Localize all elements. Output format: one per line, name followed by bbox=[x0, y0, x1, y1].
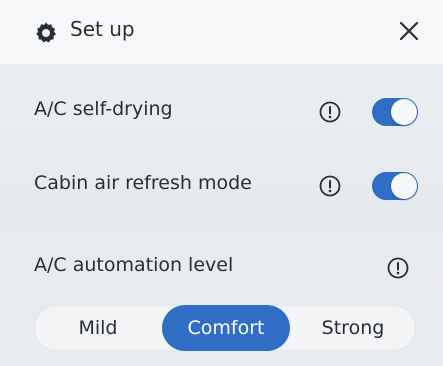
setting-label: A/C self-drying bbox=[34, 98, 173, 120]
close-icon[interactable] bbox=[396, 18, 422, 44]
setting-row-automation-level: A/C automation level bbox=[0, 238, 443, 298]
setting-row-cabin-air-refresh: Cabin air refresh mode bbox=[0, 156, 443, 216]
setting-row-self-drying: A/C self-drying bbox=[0, 82, 443, 142]
option-comfort[interactable]: Comfort bbox=[162, 305, 290, 351]
info-icon[interactable] bbox=[318, 100, 342, 124]
setting-label: A/C automation level bbox=[34, 254, 234, 276]
info-icon[interactable] bbox=[318, 174, 342, 198]
cabin-air-refresh-toggle[interactable] bbox=[372, 172, 418, 200]
page-title: Set up bbox=[70, 17, 135, 41]
setting-label: Cabin air refresh mode bbox=[34, 172, 252, 194]
option-mild[interactable]: Mild bbox=[34, 305, 162, 351]
automation-level-selector: Mild Comfort Strong bbox=[34, 305, 416, 351]
toggle-knob bbox=[391, 173, 417, 199]
panel-header: Set up bbox=[0, 0, 443, 64]
toggle-knob bbox=[391, 99, 417, 125]
info-icon[interactable] bbox=[386, 256, 410, 280]
gear-icon bbox=[36, 22, 56, 43]
setup-panel: Set up A/C self-drying Cabin air refresh… bbox=[0, 0, 443, 366]
self-drying-toggle[interactable] bbox=[372, 98, 418, 126]
option-strong[interactable]: Strong bbox=[290, 305, 416, 351]
